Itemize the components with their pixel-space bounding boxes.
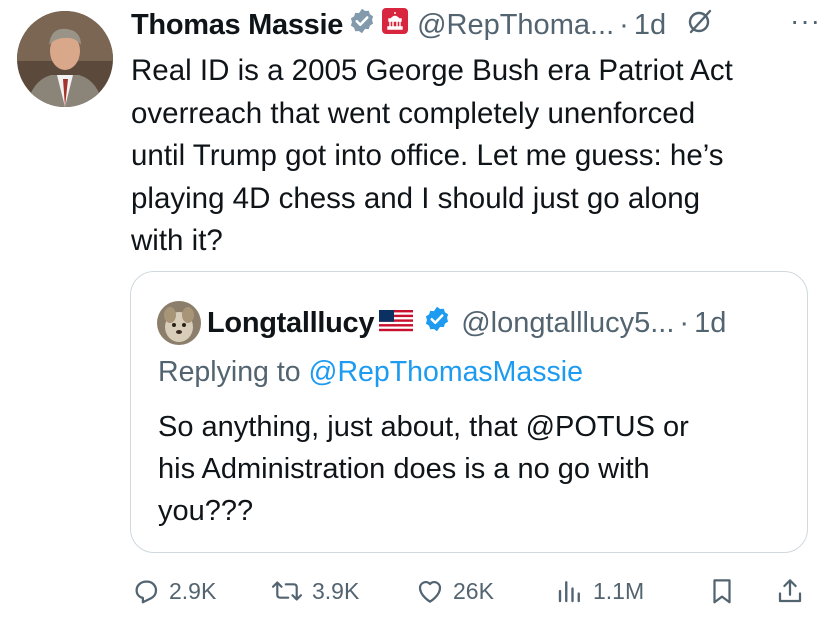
like-count: 26K: [453, 577, 494, 604]
replying-to-label: Replying to: [158, 356, 301, 388]
verified-badge-icon[interactable]: [423, 305, 451, 341]
quoted-tweet-card[interactable]: Longtalllucy @longtalllucy5... · 1d Repl…: [130, 271, 808, 553]
verified-badge-icon[interactable]: [348, 7, 376, 43]
tweet-time[interactable]: 1d: [634, 9, 666, 42]
share-button[interactable]: [775, 569, 805, 613]
quoted-tweet-text: So anything, just about, that @POTUS or …: [158, 406, 758, 532]
quoted-tweet-header: Longtalllucy @longtalllucy5... · 1d: [157, 301, 726, 345]
tweet-text-line: with it?: [131, 224, 223, 257]
tweet-text-line: playing 4D chess and I should just go al…: [131, 181, 701, 215]
quoted-tweet-time[interactable]: 1d: [694, 307, 726, 340]
bookmark-icon: [713, 579, 731, 604]
like-button[interactable]: 26K: [415, 569, 494, 613]
author-name[interactable]: Thomas Massie: [131, 9, 343, 42]
tweet-text-line: until Trump got into office. Let me gues…: [131, 139, 724, 172]
author-avatar[interactable]: [17, 11, 113, 107]
repost-count: 3.9K: [312, 577, 360, 604]
replying-to-handle-link[interactable]: @RepThomasMassie: [309, 356, 583, 388]
us-flag-icon: [379, 307, 414, 340]
repost-icon: [271, 581, 303, 601]
reply-count: 2.9K: [169, 577, 217, 604]
views-icon: [558, 581, 580, 603]
quoted-text-line: So anything, just about, that @POTUS or: [158, 411, 689, 443]
views-count: 1.1M: [593, 577, 645, 604]
replying-to: Replying to @RepThomasMassie: [158, 356, 583, 389]
tweet-text: Real ID is a 2005 George Bush era Patrio…: [131, 50, 811, 263]
more-options-icon[interactable]: ···: [790, 5, 821, 37]
tweet-text-line: overreach that went completely unenforce…: [131, 96, 696, 130]
capitol-badge-icon[interactable]: [381, 7, 409, 43]
grok-icon[interactable]: [686, 7, 714, 43]
quoted-author-name[interactable]: Longtalllucy: [207, 307, 374, 340]
quoted-author-avatar[interactable]: [157, 301, 201, 345]
separator: ·: [679, 306, 690, 339]
reply-icon: [135, 580, 158, 604]
tweet-text-line: Real ID is a 2005 George Bush era Patrio…: [131, 54, 733, 87]
reply-button[interactable]: 2.9K: [131, 569, 216, 613]
separator: ·: [619, 8, 629, 41]
quoted-author-handle[interactable]: @longtalllucy5...: [461, 307, 674, 340]
views-button[interactable]: 1.1M: [555, 569, 644, 613]
quoted-text-line: you???: [158, 495, 254, 527]
repost-button[interactable]: 3.9K: [270, 569, 359, 613]
author-handle[interactable]: @RepThoma...: [417, 9, 614, 42]
tweet-header: Thomas Massie @RepThoma... · 1d ···: [131, 5, 821, 44]
bookmark-button[interactable]: [707, 569, 737, 613]
share-icon: [778, 579, 802, 603]
heart-icon: [418, 581, 442, 603]
quoted-text-line: his Administration does is a no go with: [158, 453, 650, 485]
action-bar: 2.9K 3.9K 26K 1.1M: [131, 569, 811, 613]
